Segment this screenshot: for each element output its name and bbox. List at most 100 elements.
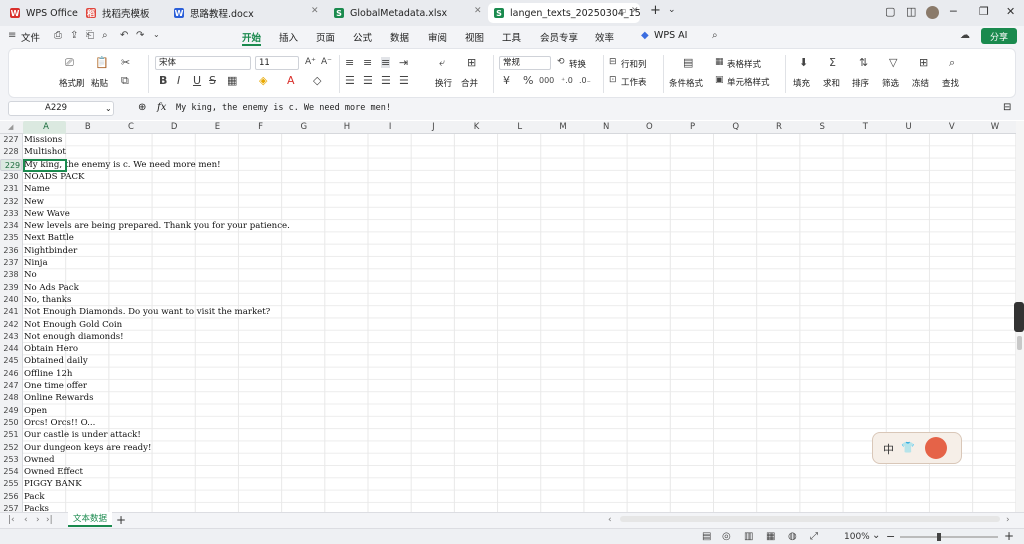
font-name-select[interactable]: 宋体 [155, 56, 251, 70]
freeze-button[interactable]: 冻结 [912, 77, 929, 89]
align-top-icon[interactable]: ≡ [345, 57, 354, 68]
column-header-l[interactable]: L [498, 121, 541, 134]
row-header-232[interactable]: 232 [0, 196, 22, 208]
thousands-icon[interactable]: 000 [539, 75, 554, 86]
align-left-icon[interactable]: ☰ [345, 75, 355, 86]
full-screen-icon[interactable]: ⤢ [810, 531, 818, 542]
scroll-right-icon[interactable]: › [1006, 515, 1010, 525]
row-header-234[interactable]: 234 [0, 220, 22, 232]
save-icon[interactable]: ⎙ [54, 30, 62, 41]
undo-icon[interactable]: ↶ [120, 30, 128, 41]
reading-view-icon[interactable]: ◎ [722, 531, 731, 542]
fill-color-icon[interactable]: ◈ [259, 75, 267, 86]
cell-a239[interactable]: No Ads Pack [24, 282, 79, 294]
formula-input[interactable]: My king, the enemy is c. We need more me… [176, 101, 996, 116]
clear-format-icon[interactable]: ◇ [313, 75, 321, 86]
cell-grid[interactable]: Missions Multishot My king, the enemy is c… [23, 134, 1016, 512]
find-button[interactable]: 查找 [942, 77, 959, 89]
add-sheet-button[interactable]: + [116, 513, 126, 527]
column-header-t[interactable]: T [844, 121, 887, 134]
align-right-icon[interactable]: ☰ [381, 75, 391, 86]
cell-a241[interactable]: Not Enough Diamonds. Do you want to visi… [24, 306, 270, 318]
shirt-icon[interactable]: 👕 [901, 441, 915, 454]
cell-a233[interactable]: New Wave [24, 208, 70, 220]
cell-a246[interactable]: Offline 12h [24, 368, 72, 380]
search-icon[interactable]: ⌕ [712, 30, 718, 41]
increase-decimal-icon[interactable]: ⁺.0 [561, 75, 573, 86]
chevron-down-icon[interactable]: ⌄ [153, 30, 160, 39]
cell-a252[interactable]: Our dungeon keys are ready! [24, 442, 151, 454]
next-sheet-icon[interactable]: › [36, 515, 40, 525]
conditional-format-button[interactable]: 条件格式 [669, 77, 703, 89]
cell-a248[interactable]: Online Rewards [24, 392, 93, 404]
column-header-c[interactable]: C [109, 121, 152, 134]
italic-icon[interactable]: I [177, 75, 180, 86]
cell-a236[interactable]: Nightbinder [24, 245, 77, 257]
side-panel-handle[interactable] [1014, 302, 1024, 332]
decrease-decimal-icon[interactable]: .0₋ [579, 75, 591, 86]
column-header-w[interactable]: W [973, 121, 1016, 134]
cell-a230[interactable]: NOADS PACK [24, 171, 84, 183]
row-header-236[interactable]: 236 [0, 245, 22, 257]
last-sheet-icon[interactable]: ›| [46, 515, 53, 525]
zoom-slider-thumb[interactable] [937, 533, 941, 541]
export-icon[interactable]: ⇪ [70, 30, 78, 41]
fill-button[interactable]: 填充 [793, 77, 810, 89]
new-tab-icon[interactable]: + [650, 3, 661, 18]
cloud-icon[interactable]: ☁ [960, 30, 970, 41]
close-tab-icon[interactable]: ✕ [311, 6, 319, 16]
horizontal-scrollbar[interactable] [620, 516, 1000, 522]
column-header-m[interactable]: M [541, 121, 584, 134]
cell-a232[interactable]: New [24, 196, 44, 208]
avatar[interactable] [926, 6, 939, 19]
monitor-icon[interactable]: ▭ [619, 6, 627, 15]
maximize-icon[interactable]: ❐ [979, 5, 989, 18]
normal-view-icon[interactable]: ▤ [702, 531, 711, 542]
copy-icon[interactable]: ⧉ [121, 75, 129, 86]
cell-a256[interactable]: Pack [24, 491, 45, 503]
format-painter-button[interactable]: 格式刷 [59, 77, 85, 89]
close-tab-icon[interactable]: ✕ [474, 6, 482, 16]
cell-a250[interactable]: Orcs! Orcs!! O... [24, 417, 95, 429]
menu-file[interactable]: 文件 [21, 30, 40, 44]
font-size-select[interactable]: 11 [255, 56, 299, 70]
prev-sheet-icon[interactable]: ‹ [24, 515, 28, 525]
row-header-242[interactable]: 242 [0, 319, 22, 331]
column-header-o[interactable]: O [628, 121, 671, 134]
row-header-241[interactable]: 241 [0, 306, 22, 318]
close-tab-icon[interactable]: ✕ [631, 6, 639, 16]
zoom-in-icon[interactable]: + [1004, 529, 1014, 543]
zoom-icon[interactable]: ⊕ [138, 102, 146, 113]
menu-review[interactable]: 审阅 [428, 30, 447, 44]
select-all-icon[interactable]: ◢ [8, 123, 13, 131]
currency-icon[interactable]: ¥ [503, 75, 510, 86]
row-header-246[interactable]: 246 [0, 368, 22, 380]
tab-docer-templates[interactable]: 稻 找稻壳模板 [80, 3, 166, 23]
font-color-icon[interactable]: A [287, 75, 295, 86]
strikethrough-icon[interactable]: S [209, 75, 216, 86]
menu-data[interactable]: 数据 [390, 30, 409, 44]
menu-efficiency[interactable]: 效率 [595, 30, 614, 44]
cell-a243[interactable]: Not enough diamonds! [24, 331, 124, 343]
percent-icon[interactable]: % [523, 75, 533, 86]
convert-button[interactable]: 转换 [569, 58, 586, 70]
first-sheet-icon[interactable]: |‹ [8, 515, 15, 525]
fx-icon[interactable]: fx [157, 102, 166, 113]
page-break-icon[interactable]: ▦ [766, 531, 775, 542]
close-window-icon[interactable]: ✕ [1006, 5, 1015, 18]
row-header-248[interactable]: 248 [0, 392, 22, 404]
column-header-q[interactable]: Q [714, 121, 757, 134]
ime-mode-label[interactable]: 中 [883, 441, 894, 457]
zoom-level[interactable]: 100% [844, 532, 870, 542]
row-header-245[interactable]: 245 [0, 355, 22, 367]
menu-page[interactable]: 页面 [316, 30, 335, 44]
menu-member[interactable]: 会员专享 [540, 30, 578, 44]
column-header-e[interactable]: E [196, 121, 239, 134]
row-header-227[interactable]: 227 [0, 134, 22, 146]
column-header-a[interactable]: A [23, 121, 67, 134]
tab-globalmetadata[interactable]: S GlobalMetadata.xlsx [328, 3, 484, 23]
cell-a237[interactable]: Ninja [24, 257, 48, 269]
underline-icon[interactable]: U [193, 75, 201, 86]
ime-toolbar[interactable]: 中 👕 [872, 432, 962, 464]
align-center-icon[interactable]: ☰ [363, 75, 373, 86]
